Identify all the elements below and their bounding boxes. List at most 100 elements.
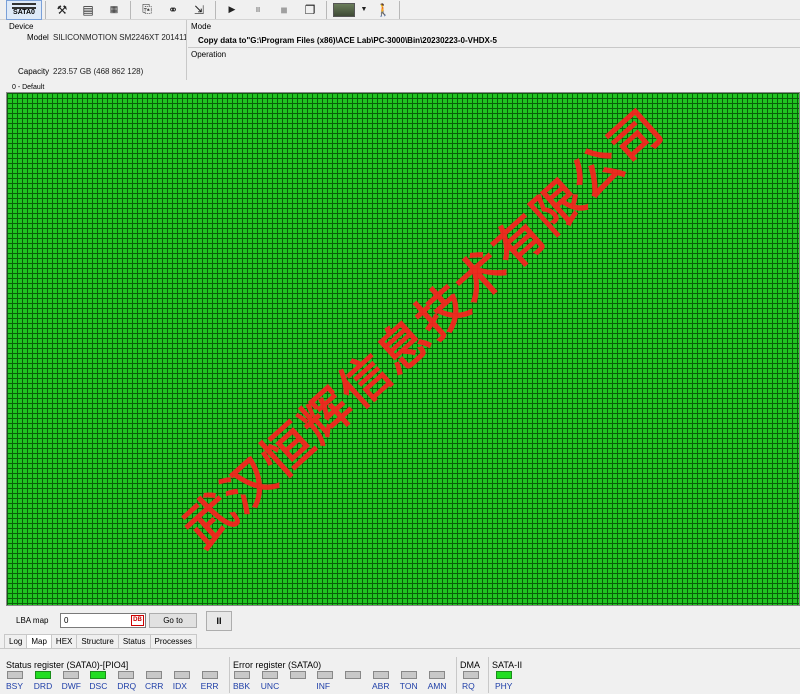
toolbar: SATA0 ⚒ ▤ ▦ ⎘ ⚭ ⇲ ▶ ⏸ ■ ❐ ▼ 🚶	[0, 0, 800, 20]
map-title: 0 - Default	[12, 84, 45, 91]
tab-hex[interactable]: HEX	[50, 634, 78, 648]
register-separator	[488, 657, 489, 693]
lba-map-label: LBA map	[16, 616, 49, 625]
map-pause-button[interactable]: II	[206, 611, 232, 631]
stop-button[interactable]: ■	[271, 0, 297, 20]
bottom-tabs: Log Map HEX Structure Status Processes	[4, 634, 197, 649]
mode-pane: Mode Copy data to"G:\Program Files (x86)…	[188, 20, 800, 80]
led-drd	[34, 671, 51, 679]
error-register-title: Error register (SATA0)	[233, 660, 322, 670]
device-header: Device	[9, 22, 34, 31]
capacity-value: 223.57 GB (468 862 128)	[53, 67, 144, 76]
sata-port-label: SATA0	[13, 8, 35, 16]
flag-label-ton: TON	[399, 681, 418, 691]
play-icon: ▶	[228, 4, 236, 14]
info-panel: Device Model SILICONMOTION SM2246XT 2014…	[0, 20, 800, 80]
pause-toolbar-button[interactable]: ⏸	[245, 0, 271, 20]
led-err	[201, 671, 218, 679]
thumbnail-dropdown[interactable]: ▼	[358, 0, 370, 20]
flag-label-unc: UNC	[260, 681, 280, 691]
flag-label-bsy: BSY	[6, 681, 24, 691]
export-icon: ⇲	[193, 2, 205, 17]
sata-port-button[interactable]: SATA0	[6, 0, 42, 20]
tab-status[interactable]: Status	[117, 634, 151, 648]
copy-window-button[interactable]: ❐	[297, 0, 323, 20]
mode-value: Copy data to"G:\Program Files (x86)\ACE …	[198, 36, 497, 45]
flag-label-dsc: DSC	[89, 681, 108, 691]
led-rq	[463, 671, 479, 679]
document-icon: ▤	[82, 2, 94, 17]
walk-icon: 🚶	[375, 2, 391, 17]
led-ton	[400, 671, 417, 679]
tools-icon: ⚒	[56, 2, 68, 17]
flag-label-idx: IDX	[172, 681, 187, 691]
flag-label-phy: PHY	[495, 681, 513, 691]
flag-label-drd: DRD	[33, 681, 53, 691]
led-unused	[289, 671, 306, 679]
register-separator	[229, 657, 230, 693]
document-button[interactable]: ▤	[75, 0, 101, 20]
tab-map[interactable]: Map	[26, 634, 52, 649]
search-button[interactable]: ⚭	[160, 0, 186, 20]
clipboard-icon: ⎘	[142, 2, 152, 16]
tab-log[interactable]: Log	[4, 634, 28, 648]
toolbar-separator	[130, 0, 131, 19]
goto-button[interactable]: Go to	[149, 613, 197, 628]
status-register-title: Status register (SATA0)-[PIO4]	[6, 660, 129, 670]
toolbar-separator	[215, 0, 216, 19]
led-phy	[496, 671, 512, 679]
model-value: SILICONMOTION SM2246XT 2014112	[53, 33, 186, 42]
clipboard-button[interactable]: ⎘	[134, 0, 160, 20]
led-drq	[118, 671, 135, 679]
led-unc	[261, 671, 278, 679]
pause-icon: ⏸	[254, 2, 261, 16]
flag-label-crr: CRR	[145, 681, 164, 691]
flag-label-bbk: BBK	[233, 681, 251, 691]
led-crr	[146, 671, 162, 679]
mode-divider	[188, 47, 800, 48]
flag-label-drq: DRQ	[117, 681, 137, 691]
thumbnail-icon	[333, 2, 355, 17]
led-dsc	[90, 671, 107, 679]
hex-button[interactable]: ▦	[101, 0, 127, 20]
capacity-label: Capacity	[18, 67, 50, 76]
led-inf	[317, 671, 334, 679]
mode-header: Mode	[191, 22, 212, 31]
register-separator	[456, 657, 457, 693]
hex-icon: ▦	[109, 4, 119, 14]
tab-structure[interactable]: Structure	[76, 634, 119, 648]
tools-button[interactable]: ⚒	[49, 0, 75, 20]
export-button[interactable]: ⇲	[186, 0, 212, 20]
flag-label-abr: ABR	[372, 681, 390, 691]
dma-title: DMA	[460, 660, 480, 670]
copy-window-icon: ❐	[304, 2, 316, 17]
thumbnail-button[interactable]	[330, 0, 358, 20]
led-dwf	[62, 671, 79, 679]
flag-label-err: ERR	[200, 681, 219, 691]
flag-label-amn: AMN	[427, 681, 447, 691]
toolbar-separator	[399, 0, 400, 19]
led-bbk	[234, 671, 250, 679]
walk-button[interactable]: 🚶	[370, 0, 396, 20]
flag-label-inf: INF	[316, 681, 331, 691]
binoculars-icon: ⚭	[167, 2, 179, 17]
led-amn	[428, 671, 445, 679]
led-idx	[173, 671, 190, 679]
dropdown-arrow-icon: ▼	[360, 6, 368, 13]
led-abr	[373, 671, 389, 679]
operation-label: Operation	[191, 50, 227, 59]
tab-processes[interactable]: Processes	[149, 634, 197, 648]
device-pane: Device Model SILICONMOTION SM2246XT 2014…	[0, 20, 187, 80]
model-label: Model	[27, 33, 49, 42]
toolbar-separator	[45, 0, 46, 19]
led-unused	[345, 671, 362, 679]
flag-label-rq: RQ	[462, 681, 475, 691]
play-button[interactable]: ▶	[219, 0, 245, 20]
led-bsy	[7, 671, 23, 679]
tabs-divider	[0, 648, 800, 649]
stop-icon: ■	[280, 2, 288, 17]
flag-label-dwf: DWF	[61, 681, 81, 691]
db-icon[interactable]: DB	[131, 615, 144, 626]
sata-title: SATA-II	[492, 660, 523, 670]
toolbar-separator	[326, 0, 327, 19]
